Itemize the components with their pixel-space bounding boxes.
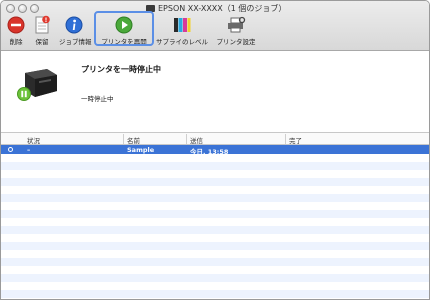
empty-row xyxy=(1,210,429,218)
empty-row xyxy=(1,266,429,274)
job-table: 状況 名前 送信 完了 – Sample 今日, 13:58 xyxy=(1,132,429,299)
empty-row xyxy=(1,234,429,242)
empty-row xyxy=(1,290,429,298)
empty-row xyxy=(1,226,429,234)
job-rows: – Sample 今日, 13:58 xyxy=(1,145,429,299)
printer-image-icon xyxy=(17,65,59,103)
hold-label: 保留 xyxy=(35,38,49,46)
job-row-selected[interactable]: – Sample 今日, 13:58 xyxy=(1,145,429,156)
column-name[interactable]: 名前 xyxy=(127,135,140,145)
window-title: EPSON XX-XXXX（1 個のジョブ） xyxy=(146,3,346,14)
resume-button-highlight xyxy=(94,11,154,46)
job-status: – xyxy=(27,146,31,154)
empty-row xyxy=(1,162,429,170)
job-status-icon xyxy=(8,147,13,152)
supply-levels-label: サプライのレベル xyxy=(156,38,208,46)
column-divider[interactable] xyxy=(285,134,286,144)
empty-row xyxy=(1,194,429,202)
job-info-button[interactable]: ジョブ情報 xyxy=(59,15,92,46)
delete-icon xyxy=(6,15,26,35)
document-hold-icon: ! xyxy=(32,15,52,35)
column-divider[interactable] xyxy=(186,134,187,144)
zoom-window-button[interactable] xyxy=(30,4,39,13)
empty-row xyxy=(1,274,429,282)
job-sent: 今日, 13:58 xyxy=(190,148,229,156)
empty-row xyxy=(1,218,429,226)
print-queue-window: EPSON XX-XXXX（1 個のジョブ） 削除 ! 保留 ジョブ情報 プリン… xyxy=(0,0,430,300)
column-status[interactable]: 状況 xyxy=(27,135,40,145)
status-title: プリンタを一時停止中 xyxy=(81,65,161,74)
info-icon xyxy=(64,15,84,35)
window-title-text: EPSON XX-XXXX（1 個のジョブ） xyxy=(158,4,287,13)
empty-row xyxy=(1,186,429,194)
empty-row xyxy=(1,242,429,250)
printer-status-panel: プリンタを一時停止中 一時停止中 xyxy=(1,51,429,131)
hold-badge: ! xyxy=(45,17,48,24)
toolbar: EPSON XX-XXXX（1 個のジョブ） 削除 ! 保留 ジョブ情報 プリン… xyxy=(1,1,429,51)
empty-row xyxy=(1,258,429,266)
job-info-label: ジョブ情報 xyxy=(59,38,92,46)
empty-row xyxy=(1,250,429,258)
pause-icon xyxy=(17,87,31,101)
status-subtitle: 一時停止中 xyxy=(81,95,114,103)
printer-settings-label: プリンタ設定 xyxy=(216,38,256,46)
column-divider[interactable] xyxy=(123,134,124,144)
printer-settings-button[interactable]: プリンタ設定 xyxy=(213,15,259,46)
delete-label: 削除 xyxy=(9,38,23,46)
hold-button[interactable]: ! 保留 xyxy=(31,15,53,46)
empty-row xyxy=(1,170,429,178)
printer-settings-icon xyxy=(226,15,246,35)
empty-row xyxy=(1,282,429,290)
minimize-window-button[interactable] xyxy=(18,4,27,13)
column-completed[interactable]: 完了 xyxy=(289,135,302,145)
close-window-button[interactable] xyxy=(6,4,15,13)
empty-row xyxy=(1,178,429,186)
job-name: Sample xyxy=(127,146,155,154)
ink-levels-icon xyxy=(172,15,192,35)
delete-button[interactable]: 削除 xyxy=(5,15,27,46)
job-table-header: 状況 名前 送信 完了 xyxy=(1,132,429,145)
column-sent[interactable]: 送信 xyxy=(190,135,203,145)
empty-row xyxy=(1,202,429,210)
supply-levels-button[interactable]: サプライのレベル xyxy=(153,15,211,46)
